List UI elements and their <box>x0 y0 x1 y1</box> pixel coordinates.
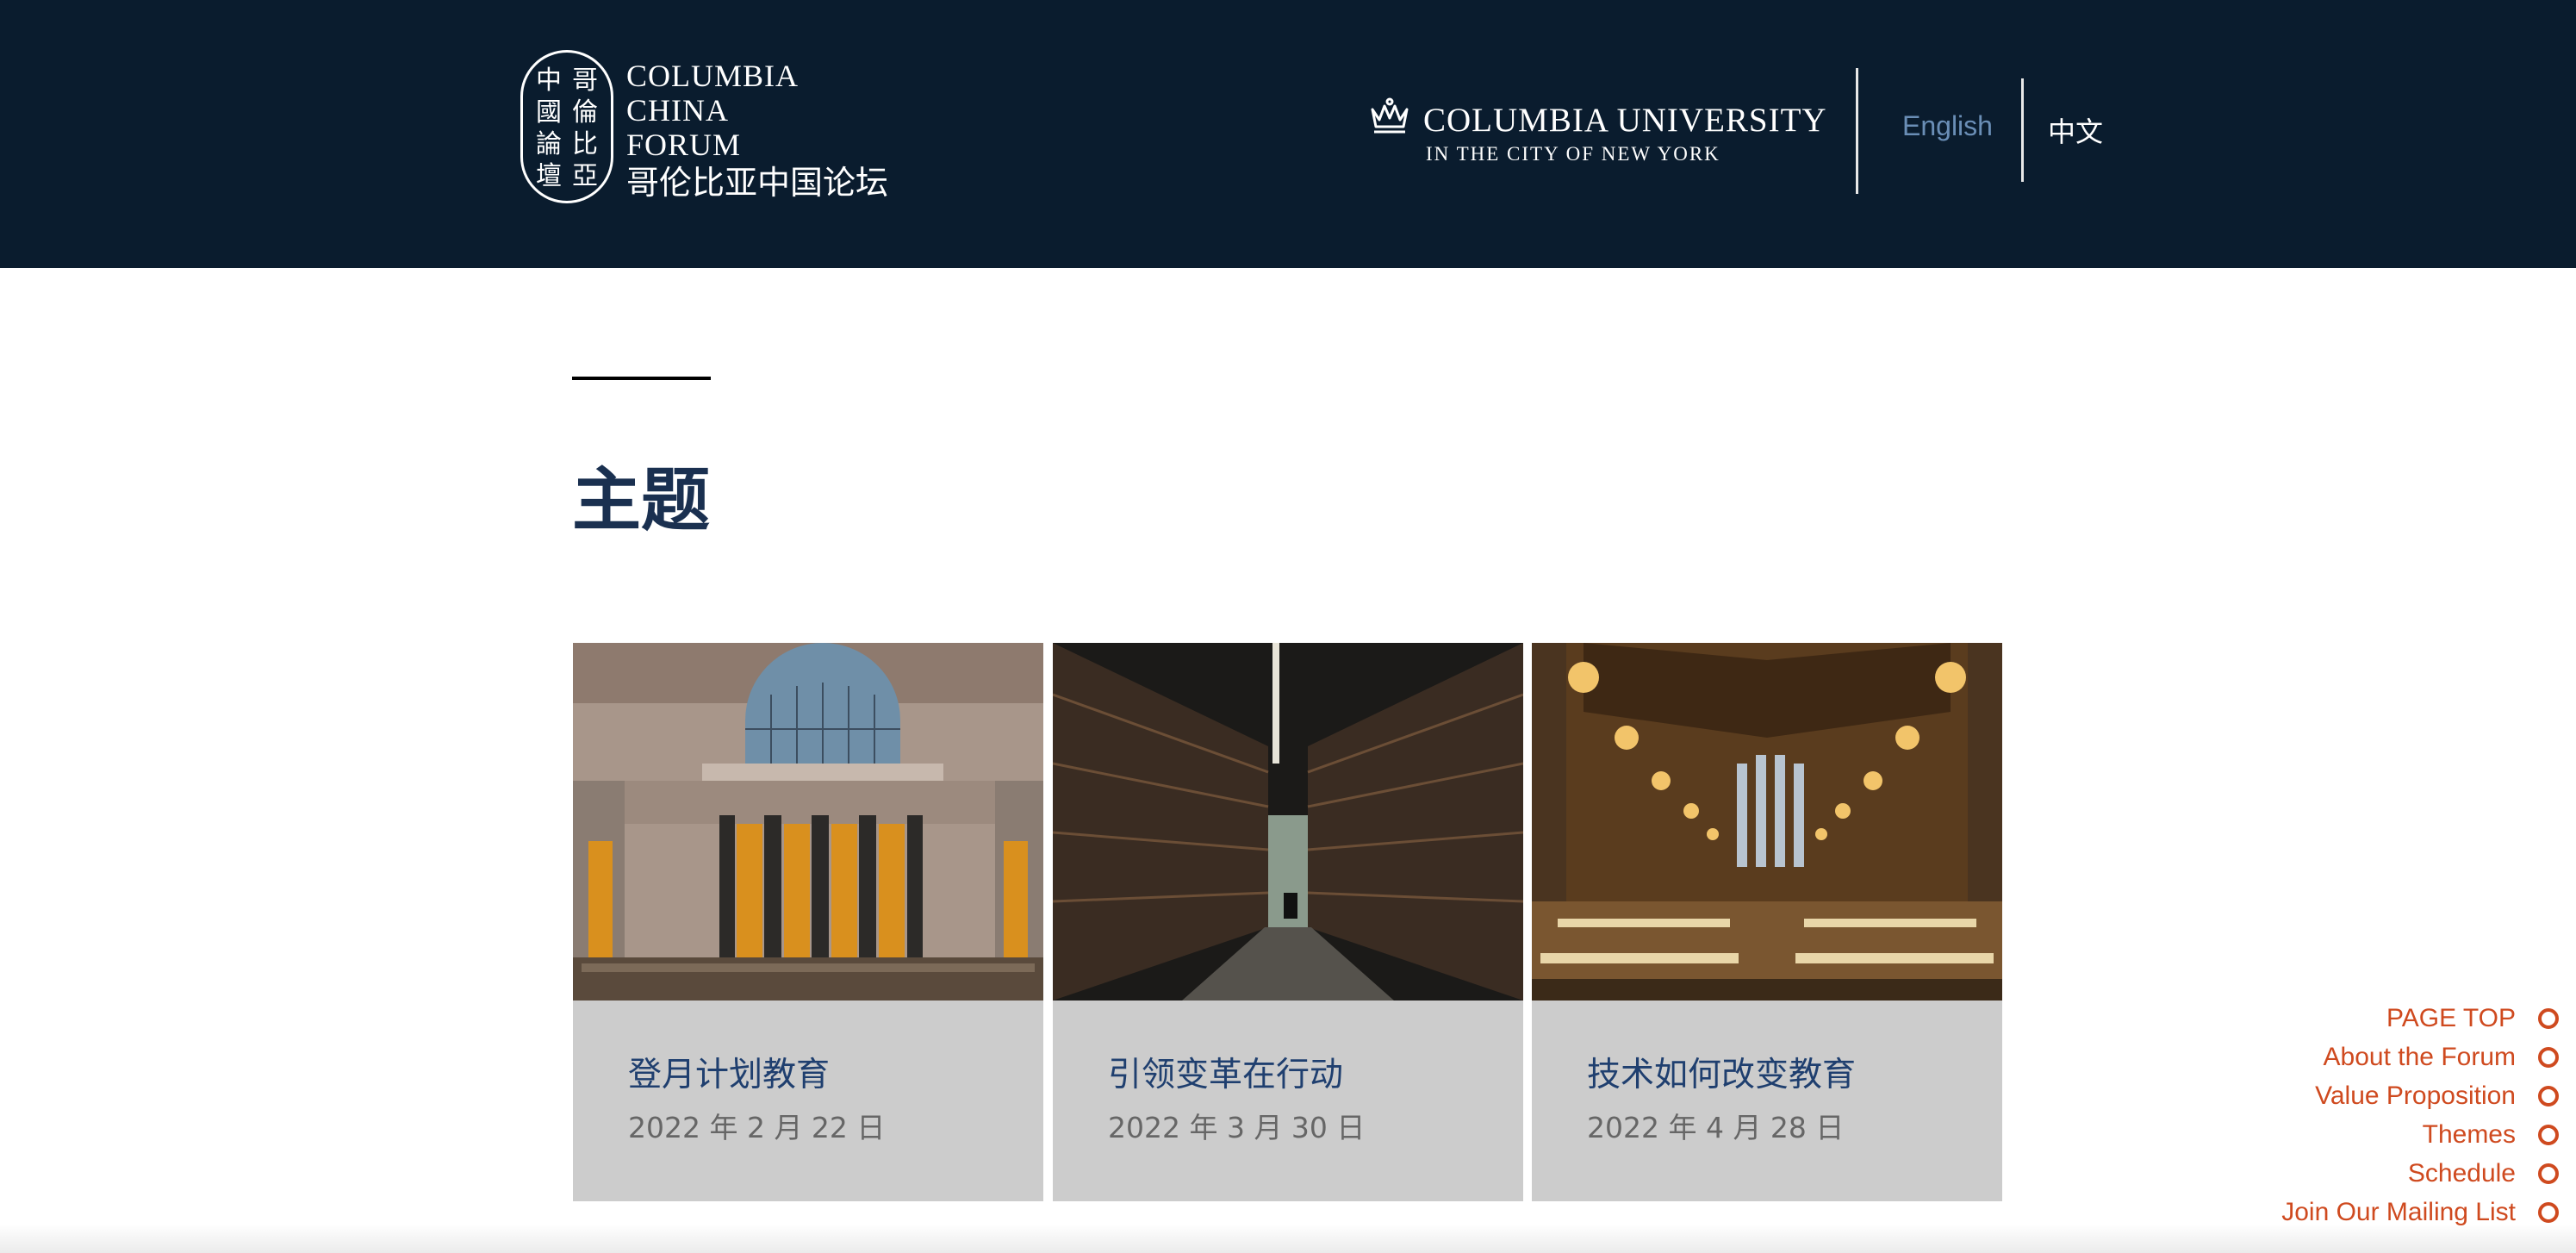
forum-name[interactable]: COLUMBIA CHINA FORUM 哥伦比亚中国论坛 <box>626 59 888 203</box>
library-hall-photo <box>573 643 1043 1001</box>
university-subtitle: IN THE CITY OF NEW YORK <box>1426 143 1720 165</box>
site-header: 中 國 論 壇 哥 倫 比 亞 COLUMBIA CHINA FORUM 哥伦比… <box>0 0 2576 268</box>
nav-label: Schedule <box>2407 1159 2516 1188</box>
theme-card[interactable]: 引领变革在行动 2022 年 3 月 30 日 <box>1053 643 1523 1201</box>
theme-card[interactable]: 登月计划教育 2022 年 2 月 22 日 <box>573 643 1043 1201</box>
seal-char: 比 <box>572 129 598 159</box>
university-name[interactable]: COLUMBIA UNIVERSITY <box>1423 102 1827 140</box>
nav-label: Join Our Mailing List <box>2281 1198 2516 1226</box>
seal-char: 論 <box>536 129 562 159</box>
seal-char: 壇 <box>536 161 562 191</box>
seal-column-left: 中 國 論 壇 <box>532 65 566 192</box>
header-divider <box>1856 68 1858 194</box>
nav-label: PAGE TOP <box>2386 1004 2516 1032</box>
nav-themes[interactable]: Themes <box>2423 1118 2559 1152</box>
card-title[interactable]: 登月计划教育 <box>628 1048 830 1096</box>
forum-name-zh: 哥伦比亚中国论坛 <box>626 165 889 202</box>
nav-label: Value Proposition <box>2315 1082 2516 1110</box>
nav-about-the-forum[interactable]: About the Forum <box>2324 1040 2559 1075</box>
lang-chinese-link[interactable]: 中文 <box>2048 110 2103 150</box>
seal-char: 中 <box>536 65 562 96</box>
card-title[interactable]: 技术如何改变教育 <box>1587 1048 1856 1096</box>
card-date: 2022 年 2 月 22 日 <box>628 1111 886 1144</box>
nav-label: Themes <box>2422 1120 2516 1149</box>
circle-marker-icon <box>2538 1047 2559 1068</box>
forum-seal-logo[interactable]: 中 國 論 壇 哥 倫 比 亞 <box>520 50 613 203</box>
bottom-shadow <box>0 1224 2576 1253</box>
forum-name-line: CHINA <box>626 93 729 128</box>
forum-name-line: FORUM <box>626 128 742 162</box>
seal-char: 國 <box>536 97 562 128</box>
theme-card[interactable]: 技术如何改变教育 2022 年 4 月 28 日 <box>1532 643 2002 1201</box>
seal-column-right: 哥 倫 比 亞 <box>568 65 602 192</box>
book-stacks-photo <box>1053 643 1523 1001</box>
section-rule <box>572 377 711 380</box>
section-title: 主题 <box>572 459 710 540</box>
nav-page-top[interactable]: PAGE TOP <box>2386 1001 2559 1036</box>
seal-char: 倫 <box>572 97 598 128</box>
circle-marker-icon <box>2538 1086 2559 1107</box>
reading-room-photo <box>1532 643 2002 1001</box>
lang-english-link[interactable]: English <box>1902 110 1993 142</box>
seal-char: 亞 <box>572 161 598 191</box>
forum-name-line: COLUMBIA <box>626 59 800 93</box>
crown-icon <box>1371 97 1409 134</box>
card-date: 2022 年 3 月 30 日 <box>1108 1111 1366 1144</box>
circle-marker-icon <box>2538 1008 2559 1029</box>
lang-divider <box>2021 78 2024 182</box>
card-title[interactable]: 引领变革在行动 <box>1108 1048 1343 1096</box>
nav-label: About the Forum <box>2323 1043 2516 1071</box>
circle-marker-icon <box>2538 1202 2559 1223</box>
card-date: 2022 年 4 月 28 日 <box>1587 1111 1845 1144</box>
nav-schedule[interactable]: Schedule <box>2408 1156 2559 1191</box>
circle-marker-icon <box>2538 1125 2559 1145</box>
nav-value-proposition[interactable]: Value Proposition <box>2315 1079 2559 1113</box>
circle-marker-icon <box>2538 1163 2559 1184</box>
seal-char: 哥 <box>572 65 598 96</box>
